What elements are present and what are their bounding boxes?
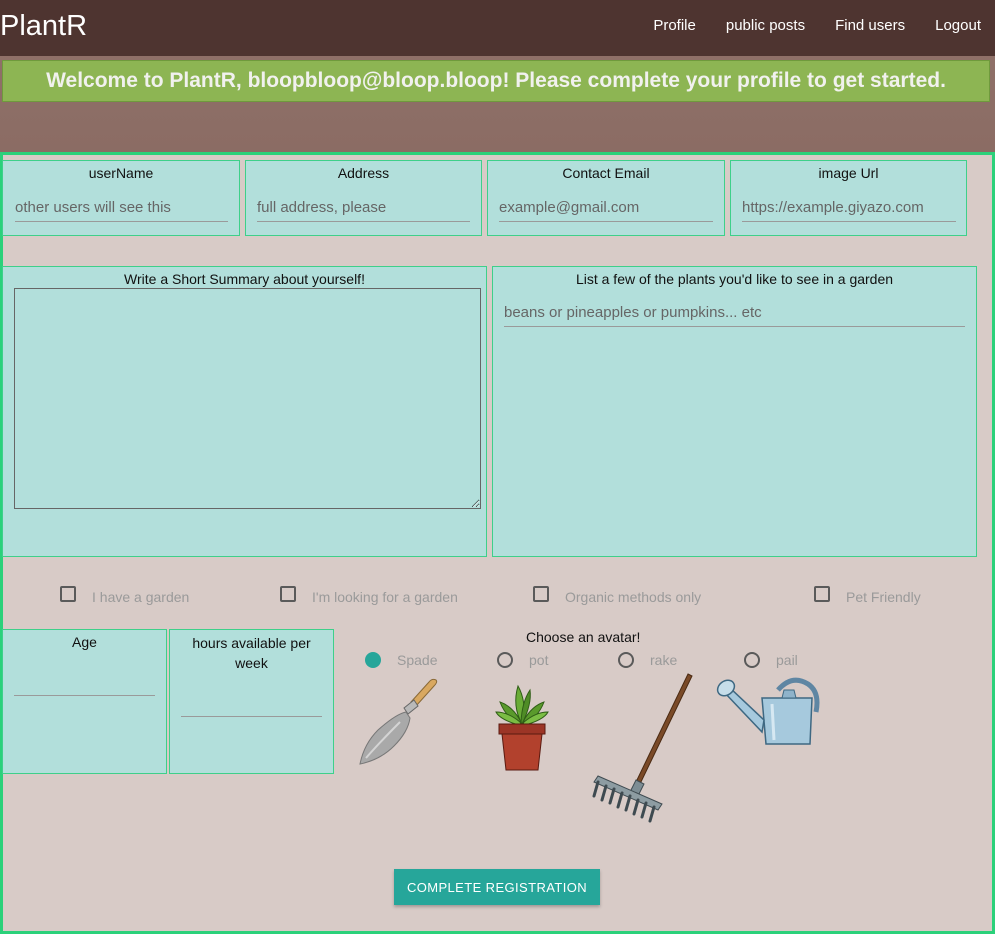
contact-email-input[interactable] (499, 193, 713, 222)
rake-image[interactable] (592, 672, 696, 826)
radio-label: Spade (397, 652, 438, 668)
welcome-banner: Welcome to PlantR, bloopbloop@bloop.bloo… (2, 60, 990, 102)
checkbox-box[interactable] (280, 586, 296, 602)
nav-link-find-users[interactable]: Find users (835, 16, 905, 36)
image-url-label: image Url (818, 165, 879, 181)
spade-image[interactable] (356, 678, 440, 770)
radio-label: pot (529, 652, 549, 668)
plants-label: List a few of the plants you'd like to s… (575, 271, 894, 287)
radio-rake[interactable]: rake (618, 652, 677, 668)
contact-email-cell: Contact Email (487, 160, 725, 236)
username-input[interactable] (15, 193, 228, 222)
checkbox-box[interactable] (814, 586, 830, 602)
hours-cell: hours available per week (169, 629, 334, 774)
checkbox-pet-friendly[interactable]: Pet Friendly (814, 583, 921, 605)
radio-label: rake (650, 652, 678, 668)
checkbox-label: Organic methods only (565, 589, 702, 605)
radio-dot[interactable] (497, 652, 513, 668)
age-cell: Age (2, 629, 167, 774)
checkbox-looking-for-garden[interactable]: I'm looking for a garden (280, 583, 458, 605)
avatar-title: Choose an avatar! (526, 629, 641, 645)
summary-label: Write a Short Summary about yourself! (124, 271, 365, 287)
contact-email-label: Contact Email (562, 165, 650, 181)
hours-label: hours available per week (192, 635, 311, 671)
radio-spade[interactable]: Spade (365, 652, 437, 668)
summary-cell: Write a Short Summary about yourself! (2, 266, 487, 557)
age-input[interactable] (14, 667, 155, 696)
age-label: Age (72, 634, 97, 650)
nav-links: Profile public posts Find users Logout (623, 16, 981, 36)
checkbox-box[interactable] (533, 586, 549, 602)
hours-input[interactable] (181, 688, 322, 717)
radio-label: pail (776, 652, 798, 668)
radio-pail[interactable]: pail (744, 652, 798, 668)
pail-image[interactable] (716, 672, 824, 750)
pot-image[interactable] (494, 682, 550, 772)
nav-link-public-posts[interactable]: public posts (726, 16, 805, 36)
username-label: userName (88, 165, 154, 181)
nav-link-logout[interactable]: Logout (935, 16, 981, 36)
image-url-cell: image Url (730, 160, 967, 236)
checkbox-label: I have a garden (92, 589, 190, 605)
checkbox-box[interactable] (60, 586, 76, 602)
radio-pot[interactable]: pot (497, 652, 548, 668)
image-url-input[interactable] (742, 193, 956, 222)
address-label: Address (337, 165, 390, 181)
brand-logo[interactable]: PlantR (0, 8, 87, 44)
summary-textarea[interactable] (14, 288, 481, 509)
plants-cell: List a few of the plants you'd like to s… (492, 266, 977, 557)
address-cell: Address (245, 160, 482, 236)
radio-dot[interactable] (744, 652, 760, 668)
checkbox-label: I'm looking for a garden (312, 589, 458, 605)
checkbox-label: Pet Friendly (846, 589, 921, 605)
address-input[interactable] (257, 193, 470, 222)
navbar: PlantR Profile public posts Find users L… (0, 0, 995, 56)
username-cell: userName (2, 160, 240, 236)
checkbox-have-garden[interactable]: I have a garden (60, 583, 189, 605)
complete-registration-button[interactable]: COMPLETE REGISTRATION (394, 869, 600, 905)
radio-dot-selected[interactable] (365, 652, 381, 668)
nav-link-profile[interactable]: Profile (653, 16, 696, 36)
checkbox-organic-only[interactable]: Organic methods only (533, 583, 701, 605)
radio-dot[interactable] (618, 652, 634, 668)
plants-input[interactable] (504, 298, 965, 327)
